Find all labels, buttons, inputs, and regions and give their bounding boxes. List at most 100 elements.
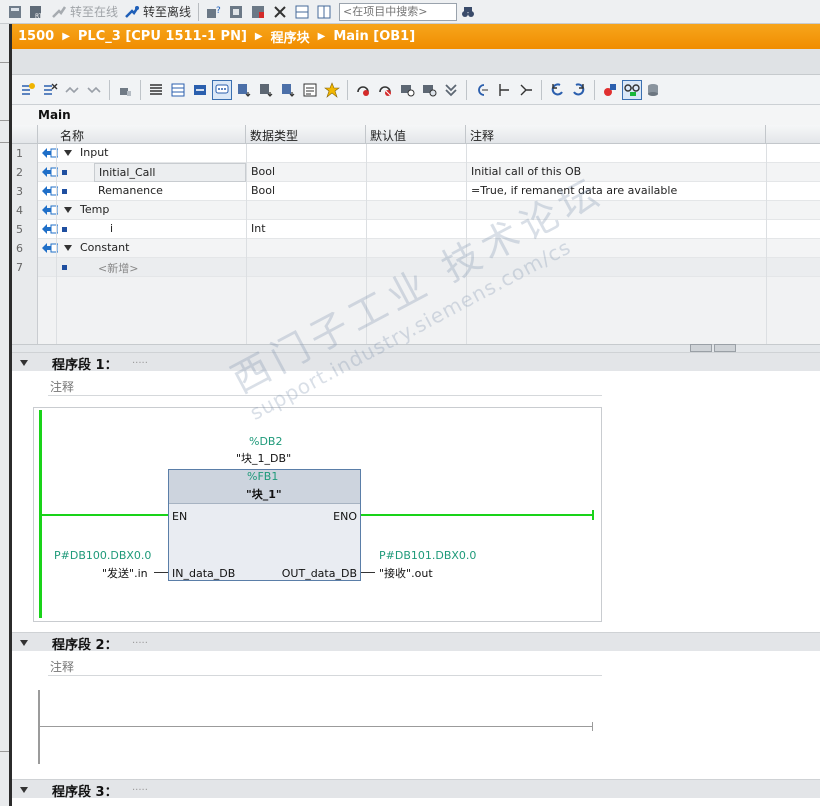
go-offline-button[interactable]: 转至离线	[121, 2, 194, 22]
download-changes-button[interactable]	[441, 80, 461, 100]
modify-button[interactable]	[419, 80, 439, 100]
table-row[interactable]: 4 Temp	[12, 201, 820, 220]
insert-empty-box-button[interactable]	[115, 80, 135, 100]
function-block-call[interactable]: %FB1 "块_1" EN ENO IN_data_DB OUT_data_DB	[168, 469, 361, 581]
split-horizontal-button[interactable]	[291, 2, 313, 22]
network-3-title-placeholder[interactable]: .....	[132, 782, 148, 793]
interface-title: Main	[12, 105, 820, 125]
expand-triangle-icon[interactable]	[64, 207, 72, 213]
row-comment[interactable]: =True, if remanent data are available	[467, 182, 767, 201]
table-row[interactable]: 6 Constant	[12, 239, 820, 258]
toggle-symbols-button[interactable]	[256, 80, 276, 100]
compile-button[interactable]	[4, 2, 26, 22]
remove-breakpoint-button[interactable]	[375, 80, 395, 100]
go-online-button[interactable]: 转至在线	[48, 2, 121, 22]
undo-block-button[interactable]	[547, 80, 567, 100]
delete-network-icon	[44, 83, 58, 95]
redo-block-button[interactable]	[569, 80, 589, 100]
collapse-triangle-icon[interactable]	[20, 787, 28, 793]
row-name[interactable]: Initial_Call	[94, 163, 246, 182]
output-operand[interactable]: "接收".out	[379, 565, 433, 581]
open-all-networks-button[interactable]	[62, 80, 82, 100]
instance-db-address: %DB2	[249, 435, 283, 448]
operand-representation-button[interactable]	[278, 80, 298, 100]
close-all-networks-button[interactable]	[84, 80, 104, 100]
table-row[interactable]: 1 Input	[12, 144, 820, 163]
expand-triangle-icon[interactable]	[64, 150, 72, 156]
delete-network-button[interactable]	[40, 80, 60, 100]
cross-reference-button[interactable]	[269, 2, 291, 22]
column-header-datatype[interactable]: 数据类型	[246, 125, 366, 144]
table-row[interactable]: 3 Remanence Bool =True, if remanent data…	[12, 182, 820, 201]
network-1-ladder[interactable]: %DB2 "块_1_DB" %FB1 "块_1" EN ENO IN_data_…	[33, 407, 602, 622]
view-list-button[interactable]	[146, 80, 166, 100]
expand-triangle-icon[interactable]	[64, 245, 72, 251]
show-comments-button[interactable]	[212, 79, 232, 100]
network-2-title-placeholder[interactable]: .....	[132, 635, 148, 646]
table-row[interactable]: 5 i Int	[12, 220, 820, 239]
network-1-header[interactable]: 程序段 1： .....	[12, 352, 820, 373]
table-row[interactable]: 2 Initial_Call Bool Initial call of this…	[12, 163, 820, 182]
network-2-ladder[interactable]	[33, 688, 602, 768]
column-header-name[interactable]: 名称	[56, 125, 246, 144]
breadcrumb-block[interactable]: Main [OB1]	[333, 29, 415, 44]
go-to-next-button[interactable]	[494, 80, 514, 100]
collapse-triangle-icon[interactable]	[20, 640, 28, 646]
column-header-default[interactable]: 默认值	[366, 125, 466, 144]
split-vertical-button[interactable]	[313, 2, 335, 22]
function-block-name[interactable]: "块_1"	[246, 486, 282, 502]
instance-db-name[interactable]: "块_1_DB"	[236, 450, 291, 466]
row-datatype[interactable]: Bool	[247, 163, 365, 182]
view-absolute-button[interactable]	[190, 80, 210, 100]
accessible-devices-button[interactable]: ?	[203, 2, 225, 22]
step-over-button[interactable]	[516, 80, 536, 100]
breadcrumb-project[interactable]: 1500	[18, 29, 54, 44]
database-button[interactable]	[644, 80, 664, 100]
favorites-button[interactable]	[322, 80, 342, 100]
collapse-down-button[interactable]	[714, 344, 736, 352]
table-row[interactable]: 7 <新增>	[12, 258, 820, 277]
row-name[interactable]: Constant	[76, 239, 246, 258]
toggle-addresses-button[interactable]	[234, 80, 254, 100]
monitoring-on-off-button[interactable]	[622, 79, 642, 100]
breadcrumb-chevron-icon: ▶	[254, 31, 263, 42]
row-name[interactable]: Input	[76, 144, 246, 163]
split-horizontal-icon	[295, 5, 309, 18]
block-properties-button[interactable]	[600, 80, 620, 100]
network-2-comment[interactable]: 注释	[48, 655, 602, 676]
stop-cpu-button[interactable]	[247, 2, 269, 22]
row-datatype[interactable]: Int	[247, 220, 365, 239]
star-icon	[324, 81, 340, 98]
network-1-title-placeholder[interactable]: .....	[132, 355, 148, 366]
row-number: 3	[12, 182, 38, 201]
collapse-triangle-icon[interactable]	[20, 360, 28, 366]
network-3-header[interactable]: 程序段 3： .....	[12, 779, 820, 800]
breadcrumb-plc[interactable]: PLC_3 [CPU 1511-1 PN]	[78, 29, 247, 44]
start-cpu-button[interactable]	[225, 2, 247, 22]
input-operand[interactable]: "发送".in	[102, 565, 148, 581]
breadcrumb-chevron-icon: ▶	[317, 31, 326, 42]
monitor-block-button[interactable]	[397, 80, 417, 100]
download-rt-button[interactable]: RT	[26, 2, 48, 22]
row-name[interactable]: i	[94, 220, 246, 239]
search-project-button[interactable]	[457, 2, 479, 22]
breadcrumb-program-blocks[interactable]: 程序块	[271, 27, 310, 46]
insert-network-button[interactable]	[18, 80, 38, 100]
go-to-previous-button[interactable]	[472, 80, 492, 100]
add-new-row[interactable]: <新增>	[94, 258, 246, 277]
add-breakpoint-button[interactable]	[353, 80, 373, 100]
rung-right	[360, 514, 593, 516]
collapse-up-button[interactable]	[690, 344, 712, 352]
symbol-info-button[interactable]	[300, 80, 320, 100]
database-icon	[648, 83, 658, 96]
view-table-button[interactable]	[168, 80, 188, 100]
row-name[interactable]: Remanence	[94, 182, 246, 201]
row-datatype[interactable]: Bool	[247, 182, 365, 201]
project-search-input[interactable]	[339, 2, 458, 21]
column-header-comment[interactable]: 注释	[466, 125, 766, 144]
network-2-header[interactable]: 程序段 2： .....	[12, 632, 820, 653]
network-editor: 程序段 1： ..... 注释 %DB2 "块_1_DB" %FB1 "块_1"…	[12, 352, 820, 806]
row-comment[interactable]: Initial call of this OB	[467, 163, 767, 182]
network-1-comment[interactable]: 注释	[48, 375, 602, 396]
row-name[interactable]: Temp	[76, 201, 246, 220]
